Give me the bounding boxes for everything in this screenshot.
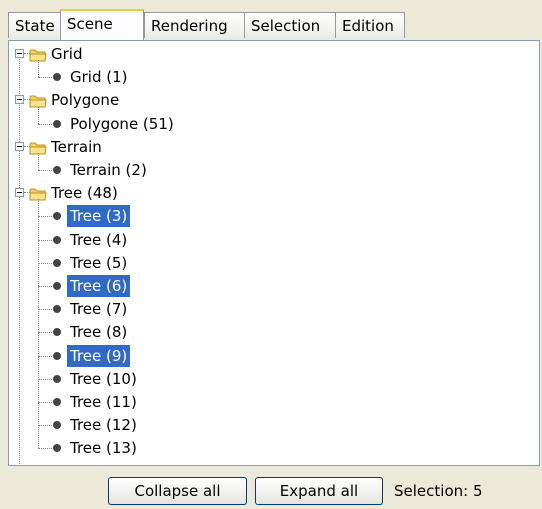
tree-connector xyxy=(38,448,52,450)
leaf-node-icon xyxy=(53,374,61,383)
tree-item[interactable]: Tree (10) xyxy=(9,368,529,390)
tree-connector xyxy=(38,106,39,124)
collapse-toggle-icon[interactable] xyxy=(15,141,24,151)
tree-item-label: Tree (3) xyxy=(67,205,131,228)
leaf-node-icon xyxy=(53,212,61,221)
tree-group[interactable]: Grid xyxy=(9,43,529,65)
leaf-node-icon xyxy=(53,282,61,290)
tree-connector xyxy=(38,309,52,311)
tree-connector xyxy=(38,402,52,403)
tree-item-label: Grid (1) xyxy=(70,68,128,87)
leaf-node-icon xyxy=(53,328,61,337)
folder-icon xyxy=(29,185,47,201)
tree-group-label: Grid xyxy=(51,45,83,63)
tab-edition[interactable]: Edition xyxy=(335,12,405,38)
tree-connector xyxy=(38,262,52,264)
leaf-node-icon xyxy=(53,305,61,314)
leaf-node-icon xyxy=(53,119,61,128)
leaf-node-icon xyxy=(53,258,61,267)
tree-item-label: Tree (12) xyxy=(70,416,137,435)
tree-connector xyxy=(38,239,52,241)
leaf-node-icon xyxy=(53,444,61,453)
tree-item-label: Tree (9) xyxy=(67,344,131,367)
collapse-toggle-icon[interactable] xyxy=(15,188,24,198)
tree-group[interactable]: Terrain xyxy=(9,136,529,158)
tree-group[interactable]: Tree (48) xyxy=(9,182,529,204)
tree-connector xyxy=(38,286,52,287)
collapse-toggle-icon[interactable] xyxy=(15,49,24,58)
tree-item-label: Terrain (2) xyxy=(70,161,147,179)
tree-item-label: Tree (5) xyxy=(70,253,128,272)
folder-icon xyxy=(29,46,47,62)
tree-item-label: Tree (7) xyxy=(70,300,128,319)
tree-item[interactable]: Tree (12) xyxy=(9,414,529,436)
tree-item[interactable]: Tree (9) xyxy=(9,344,529,367)
tree-item-label: Tree (8) xyxy=(70,323,128,342)
tree-item[interactable]: Tree (6) xyxy=(9,275,529,297)
tree-item[interactable]: Tree (13) xyxy=(9,437,529,459)
leaf-node-icon xyxy=(53,166,61,174)
tree-item-label: Tree (4) xyxy=(70,230,128,249)
tree-connector xyxy=(38,425,52,427)
collapse-toggle-icon[interactable] xyxy=(15,95,24,105)
tree-connector xyxy=(38,123,52,125)
tab-rendering[interactable]: Rendering xyxy=(144,12,245,38)
tree-connector xyxy=(38,199,39,449)
collapse-all-button[interactable]: Collapse all xyxy=(108,477,247,505)
tab-state[interactable]: State xyxy=(8,12,61,38)
folder-icon xyxy=(29,139,47,155)
tree-item[interactable]: Tree (5) xyxy=(9,252,529,274)
tree-item[interactable]: Terrain (2) xyxy=(9,159,529,181)
tree-item[interactable]: Tree (8) xyxy=(9,321,529,343)
tree-connector xyxy=(38,170,52,171)
tree-group-label: Tree (48) xyxy=(51,184,118,203)
tree-connector xyxy=(38,77,52,79)
tree-item-label: Tree (6) xyxy=(67,275,131,297)
tree-item[interactable]: Tree (4) xyxy=(9,229,529,251)
leaf-node-icon xyxy=(53,398,61,406)
tree-connector xyxy=(38,216,52,218)
tree-item-label: Polygone (51) xyxy=(70,114,174,133)
tree-group-label: Terrain xyxy=(51,137,102,156)
tree-group[interactable]: Polygone xyxy=(9,89,529,111)
expand-all-button[interactable]: Expand all xyxy=(255,477,383,505)
scene-tree[interactable]: Grid Grid (1) Polygone Polygone (51) Terrain… xyxy=(8,40,540,466)
tree-item[interactable]: Tree (11) xyxy=(9,391,529,413)
tree-connector xyxy=(38,332,52,334)
tree-item-label: Tree (13) xyxy=(70,439,137,458)
tree-connector xyxy=(38,153,39,170)
leaf-node-icon xyxy=(53,235,61,244)
tree-item[interactable]: Tree (3) xyxy=(9,205,529,228)
tree-item-label: Tree (10) xyxy=(70,369,137,388)
tree-connector xyxy=(38,60,39,78)
folder-icon xyxy=(29,92,47,108)
leaf-node-icon xyxy=(53,421,61,430)
tree-connector xyxy=(38,378,52,380)
tree-connector xyxy=(38,355,52,357)
tree-item[interactable]: Grid (1) xyxy=(9,66,529,88)
selection-status: Selection: 5 xyxy=(394,482,483,500)
tab-selection[interactable]: Selection xyxy=(244,12,336,38)
tree-group-label: Polygone xyxy=(51,91,120,110)
scene-window: State Scene Rendering Selection Edition … xyxy=(0,0,542,509)
leaf-node-icon xyxy=(53,73,61,82)
leaf-node-icon xyxy=(53,351,61,360)
tree-item[interactable]: Tree (7) xyxy=(9,298,529,320)
tree-item[interactable]: Polygone (51) xyxy=(9,113,529,135)
tree-item-label: Tree (11) xyxy=(70,393,137,411)
tab-scene[interactable]: Scene xyxy=(60,9,144,40)
